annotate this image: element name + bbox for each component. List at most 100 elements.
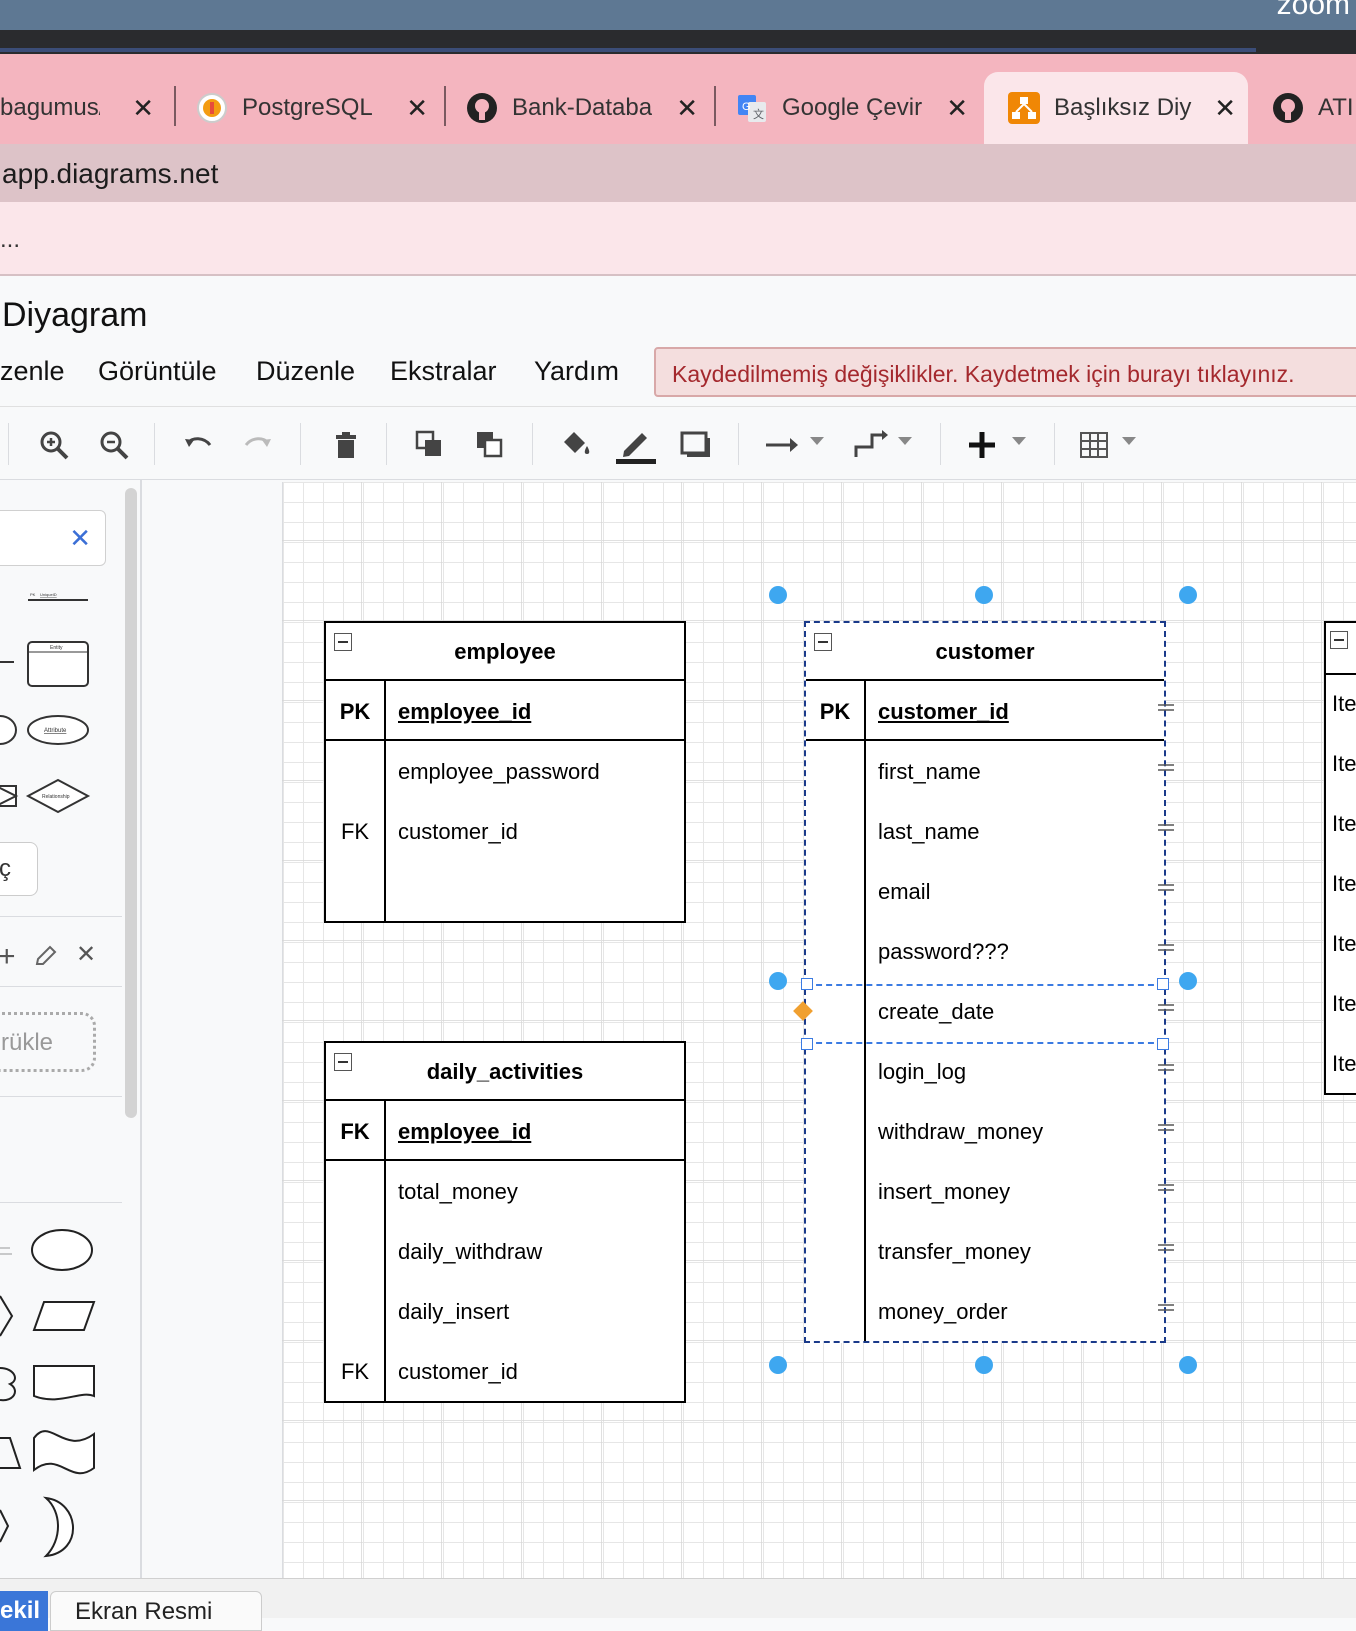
table-row[interactable]: total_money [326,1161,684,1221]
partial-table[interactable]: Ite Ite Ite Ite Ite Ite Ite [1324,621,1356,1095]
table-row-pk[interactable]: FK employee_id [326,1101,684,1161]
resize-handle[interactable] [769,1356,787,1374]
table-row[interactable]: employee_password [326,741,684,801]
list-item: Ite [1332,751,1356,776]
table-row[interactable]: FK customer_id [326,801,684,861]
customer-table[interactable]: customer PK customer_id first_name last_… [804,621,1166,1343]
bookmarks-overflow[interactable]: ... [0,226,20,254]
table-row[interactable]: first_name [806,741,1164,801]
resize-handle[interactable] [975,1356,993,1374]
delete-icon[interactable] [326,425,366,465]
connection-icon[interactable] [762,425,802,465]
drag-drop-zone[interactable]: rükle [0,1012,96,1072]
chevron-down-icon[interactable] [1012,437,1026,445]
column-name: customer_id [398,819,518,844]
resize-handle[interactable] [769,586,787,604]
sidebar-scrollbar[interactable] [125,488,137,1118]
menu-arrange[interactable]: zenle [0,356,65,387]
zoom-in-icon[interactable] [34,425,74,465]
page-tab[interactable]: Ekran Resmi [50,1591,262,1631]
general-shape-palette[interactable] [0,1220,122,1580]
url-field[interactable]: app.diagrams.net [0,144,1356,202]
resize-handle[interactable] [1179,972,1197,990]
resize-handle[interactable] [975,586,993,604]
chevron-down-icon[interactable] [898,437,912,445]
menu-extras[interactable]: Ekstralar [390,356,497,387]
to-back-icon[interactable] [470,425,510,465]
menu-help[interactable]: Yardım [534,356,619,387]
resize-handle[interactable] [1179,1356,1197,1374]
table-row[interactable]: daily_insert [326,1281,684,1341]
zoom-out-icon[interactable] [94,425,134,465]
unsaved-changes-banner[interactable]: Kaydedilmemiş değişiklikler. Kaydetmek i… [654,347,1356,397]
collapse-icon[interactable] [334,1053,352,1071]
table-icon[interactable] [1074,425,1114,465]
table-row[interactable]: transfer_money [806,1221,1164,1281]
to-front-icon[interactable] [410,425,450,465]
table-row[interactable]: daily_withdraw [326,1221,684,1281]
redo-icon[interactable] [238,425,278,465]
column-name: customer_id [398,1359,518,1384]
er-shape-palette[interactable]: PK UniqueID Entity Attribute Relationshi… [0,590,122,830]
fill-color-icon[interactable] [556,425,596,465]
table-row[interactable]: login_log [806,1041,1164,1101]
browser-tab-2[interactable]: PostgreSQL ✕ [196,72,440,144]
resize-handle[interactable] [1157,978,1169,990]
table-header[interactable]: employee [326,623,684,681]
close-icon[interactable]: ✕ [132,93,154,124]
daily-activities-table[interactable]: daily_activities FK employee_id total_mo… [324,1041,686,1403]
undo-icon[interactable] [178,425,218,465]
document-title[interactable]: Diyagram [2,296,147,335]
clear-search-icon[interactable]: ✕ [69,523,91,554]
resize-handle[interactable] [801,1038,813,1050]
close-icon[interactable]: ✕ [76,940,96,969]
table-row[interactable]: FK customer_id [326,1341,684,1401]
close-icon[interactable]: ✕ [1214,93,1236,124]
chevron-down-icon[interactable] [1122,437,1136,445]
column-name: password??? [878,939,1009,964]
svg-text:G: G [742,101,751,113]
shape-search-input[interactable]: ✕ [0,510,106,566]
table-row[interactable] [326,861,684,921]
collapse-icon[interactable] [334,633,352,651]
browser-tab-1[interactable]: bagumus/A ✕ [0,72,170,144]
browser-tab-5-active[interactable]: Başlıksız Diy ✕ [984,72,1248,144]
table-row-pk[interactable]: PK employee_id [326,681,684,741]
waypoints-icon[interactable] [850,425,890,465]
collapse-icon[interactable] [1330,631,1348,649]
browser-tab-3[interactable]: Bank-Databa ✕ [466,72,710,144]
key-label [806,1221,864,1281]
edit-icon[interactable] [34,944,58,973]
resize-handle[interactable] [801,978,813,990]
resize-handle[interactable] [1157,1038,1169,1050]
menu-view[interactable]: Görüntüle [98,356,217,387]
table-row[interactable]: money_order [806,1281,1164,1341]
browser-tab-4[interactable]: G文 Google Çevir ✕ [736,72,980,144]
table-header[interactable]: daily_activities [326,1043,684,1101]
add-icon[interactable]: + [0,940,16,974]
resize-handle[interactable] [769,972,787,990]
table-row-pk[interactable]: PK customer_id [806,681,1164,741]
browser-tab-6[interactable]: ATI [1272,72,1356,144]
close-icon[interactable]: ✕ [406,93,428,124]
resize-handle[interactable] [1179,586,1197,604]
table-header[interactable]: customer [806,623,1164,681]
table-row[interactable]: withdraw_money [806,1101,1164,1161]
key-label [326,1161,384,1221]
close-icon[interactable]: ✕ [946,93,968,124]
table-row[interactable]: email [806,861,1164,921]
collapse-icon[interactable] [814,633,832,651]
employee-table[interactable]: employee PK employee_id employee_passwor… [324,621,686,923]
chevron-down-icon[interactable] [810,437,824,445]
menu-edit[interactable]: Düzenle [256,356,355,387]
page-tab-blue[interactable]: ekil [0,1591,48,1631]
table-row[interactable]: last_name [806,801,1164,861]
sidebar-more-button[interactable]: ç [0,842,38,896]
shadow-icon[interactable] [676,425,716,465]
column-name: login_log [878,1059,967,1084]
table-row[interactable]: insert_money [806,1161,1164,1221]
line-color-icon[interactable] [616,425,656,465]
close-icon[interactable]: ✕ [676,93,698,124]
table-row[interactable]: password??? [806,921,1164,981]
insert-plus-icon[interactable] [962,425,1002,465]
